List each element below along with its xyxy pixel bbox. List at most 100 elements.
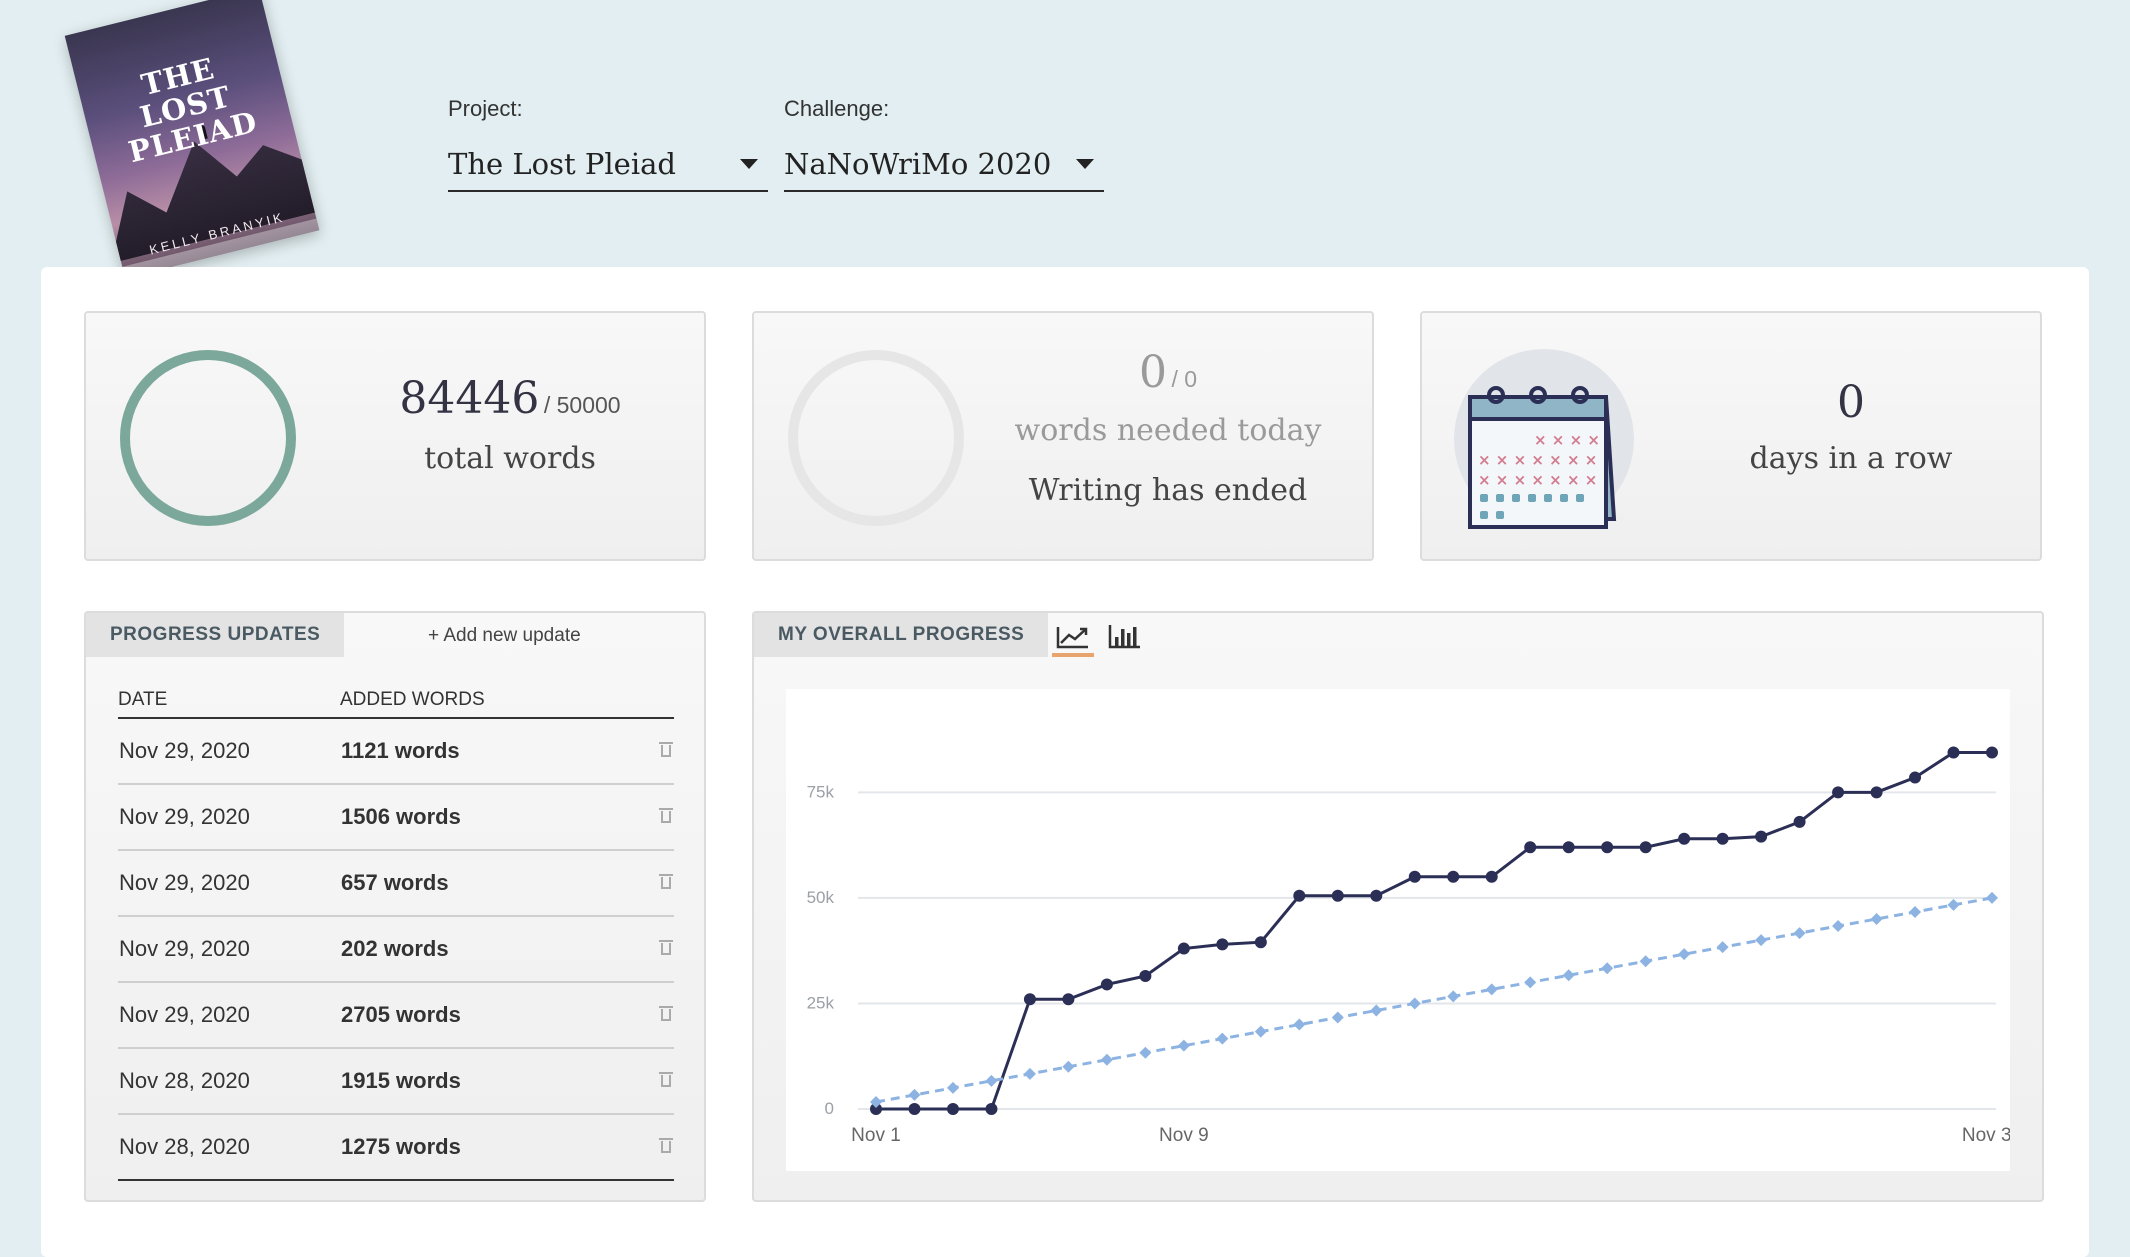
goal-point bbox=[1177, 1039, 1190, 1052]
progress-point bbox=[1408, 870, 1421, 883]
progress-point bbox=[1832, 786, 1845, 799]
goal-point bbox=[1139, 1046, 1152, 1059]
progress-point bbox=[1755, 830, 1768, 843]
goal-point bbox=[1678, 948, 1691, 961]
row-words: 1915 words bbox=[340, 1048, 642, 1115]
progress-point bbox=[1485, 870, 1498, 883]
goal-point bbox=[1639, 955, 1652, 968]
goal-point bbox=[1023, 1067, 1036, 1080]
progress-point bbox=[1370, 889, 1383, 902]
table-header-row: DATE ADDED WORDS bbox=[118, 689, 674, 719]
total-words-goal: / 50000 bbox=[543, 392, 621, 418]
chevron-down-icon bbox=[740, 159, 758, 169]
progress-point bbox=[1062, 993, 1075, 1006]
trash-icon[interactable] bbox=[659, 1136, 673, 1154]
row-date: Nov 28, 2020 bbox=[118, 1048, 340, 1115]
table-row: Nov 29, 2020 1506 words bbox=[118, 784, 674, 851]
challenge-selector: Challenge: NaNoWriMo 2020 bbox=[784, 96, 1104, 192]
goal-point bbox=[1331, 1011, 1344, 1024]
svg-text:× × × ×: × × × × bbox=[1534, 431, 1600, 449]
progress-series-line bbox=[876, 750, 1992, 1111]
progress-point bbox=[985, 1103, 998, 1115]
total-progress-ring bbox=[120, 350, 296, 526]
y-tick-label: 0 bbox=[825, 1099, 834, 1118]
streak-label: days in a row bbox=[1749, 441, 1953, 476]
progress-point bbox=[1639, 841, 1652, 854]
trash-icon[interactable] bbox=[659, 740, 673, 758]
progress-point bbox=[1524, 841, 1537, 854]
trash-icon[interactable] bbox=[659, 872, 673, 890]
goal-point bbox=[1601, 962, 1614, 975]
tab-overall-progress[interactable]: MY OVERALL PROGRESS bbox=[754, 613, 1049, 657]
y-tick-label: 50k bbox=[807, 888, 835, 907]
progress-point bbox=[1177, 942, 1190, 955]
goal-point bbox=[1216, 1032, 1229, 1045]
goal-point bbox=[1485, 983, 1498, 996]
trash-icon[interactable] bbox=[659, 806, 673, 824]
table-row: Nov 29, 2020 1121 words bbox=[118, 718, 674, 785]
daily-words-goal: / 0 bbox=[1171, 366, 1198, 392]
add-update-link[interactable]: + Add new update bbox=[428, 625, 581, 647]
progress-point bbox=[1909, 771, 1922, 784]
project-dropdown[interactable]: The Lost Pleiad bbox=[448, 138, 768, 192]
progress-updates-panel: PROGRESS UPDATES + Add new update DATE A… bbox=[84, 611, 706, 1202]
goal-point bbox=[1562, 969, 1575, 982]
progress-point bbox=[1601, 841, 1614, 854]
progress-chart: 0 25k 50k 75k Nov 1 Nov 9 Nov 30 bbox=[786, 689, 2022, 1171]
challenge-dropdown[interactable]: NaNoWriMo 2020 bbox=[784, 138, 1104, 192]
bar-chart-view-button[interactable] bbox=[1104, 621, 1146, 653]
updates-table: DATE ADDED WORDS Nov 29, 2020 1121 words… bbox=[118, 689, 674, 1181]
trash-icon[interactable] bbox=[659, 1070, 673, 1088]
trash-icon[interactable] bbox=[659, 938, 673, 956]
challenge-value: NaNoWriMo 2020 bbox=[784, 147, 1052, 181]
row-words: 2705 words bbox=[340, 982, 642, 1049]
progress-point bbox=[908, 1103, 921, 1115]
trash-icon[interactable] bbox=[659, 1004, 673, 1022]
row-date: Nov 29, 2020 bbox=[118, 784, 340, 851]
daily-progress-ring bbox=[788, 350, 964, 526]
book-cover: THE LOST PLEIAD KELLY BRANYIK bbox=[64, 0, 320, 279]
goal-point bbox=[1254, 1025, 1267, 1038]
row-words: 1275 words bbox=[340, 1114, 642, 1181]
row-date: Nov 29, 2020 bbox=[118, 850, 340, 917]
progress-point bbox=[1216, 938, 1229, 951]
tab-progress-updates[interactable]: PROGRESS UPDATES bbox=[86, 613, 345, 657]
table-row: Nov 28, 2020 1915 words bbox=[118, 1048, 674, 1115]
goal-point bbox=[1909, 905, 1922, 918]
goal-point bbox=[908, 1088, 921, 1101]
progress-point bbox=[1716, 832, 1729, 845]
streak-card: × × × × × × × × × × × × × × × × × × 0 da… bbox=[1420, 311, 2042, 561]
goal-point bbox=[1370, 1004, 1383, 1017]
progress-chart-svg: 0 25k 50k 75k Nov 1 Nov 9 Nov 30 bbox=[807, 746, 2022, 1146]
progress-point bbox=[1678, 832, 1691, 845]
goal-point bbox=[1755, 934, 1768, 947]
svg-text:× × × × × × ×: × × × × × × × bbox=[1478, 471, 1597, 489]
goal-point bbox=[946, 1081, 959, 1094]
total-words-label: total words bbox=[424, 441, 596, 476]
goal-point bbox=[1293, 1018, 1306, 1031]
daily-words-value: 0 bbox=[1138, 347, 1167, 398]
row-words: 1121 words bbox=[340, 718, 642, 785]
y-tick-label: 75k bbox=[807, 782, 835, 801]
x-tick-label: Nov 30 bbox=[1962, 1125, 2010, 1146]
progress-point bbox=[1331, 889, 1344, 902]
goal-point bbox=[985, 1074, 998, 1087]
project-value: The Lost Pleiad bbox=[448, 147, 676, 181]
chevron-down-icon bbox=[1076, 159, 1094, 169]
goal-point bbox=[1062, 1060, 1075, 1073]
progress-point bbox=[946, 1103, 959, 1115]
row-date: Nov 29, 2020 bbox=[118, 916, 340, 983]
goal-point bbox=[1947, 898, 1960, 911]
goal-point bbox=[1793, 927, 1806, 940]
progress-point bbox=[1562, 841, 1575, 854]
table-row: Nov 29, 2020 657 words bbox=[118, 850, 674, 917]
row-words: 657 words bbox=[340, 850, 642, 917]
bar-chart-icon bbox=[1108, 625, 1140, 649]
row-words: 1506 words bbox=[340, 784, 642, 851]
progress-point bbox=[1023, 993, 1036, 1006]
goal-point bbox=[1408, 997, 1421, 1010]
line-chart-view-button[interactable] bbox=[1052, 621, 1094, 657]
daily-words-card: 0 / 0 words needed today Writing has end… bbox=[752, 311, 1374, 561]
calendar-icon: × × × × × × × × × × × × × × × × × × bbox=[1468, 386, 1617, 529]
project-selector: Project: The Lost Pleiad bbox=[448, 96, 768, 192]
